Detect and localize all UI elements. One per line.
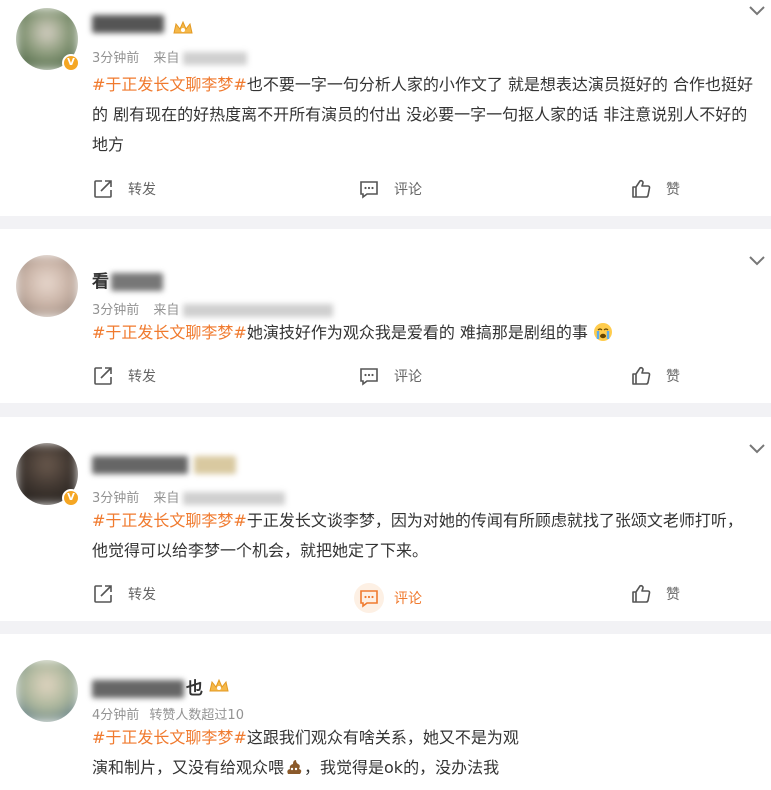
post-meta: 3分钟前 来自 [92,47,248,66]
comment-icon [360,590,378,608]
crown-icon [209,678,229,692]
verified-badge-icon: V [62,489,80,507]
like-label: 赞 [666,369,680,385]
comment-label: 评论 [394,591,422,607]
hashtag-link[interactable]: #于正发长文聊李梦# [92,323,247,342]
comment-label: 评论 [394,369,422,385]
post-source-label: 来自 [153,51,180,66]
share-button[interactable]: 转发 [92,178,156,200]
comment-card: V 3分钟前 来自 #于正发长文聊李梦#于正发长文谈李梦，因为对她的传闻有所顾虑… [0,417,771,621]
crying-emoji [594,323,613,341]
post-text: 她演技好作为观众我是爱看的 难搞那是剧组的事 [246,323,588,342]
avatar[interactable] [16,255,78,317]
post-meta: 3分钟前 来自 [92,487,286,506]
post-content: #于正发长文聊李梦#于正发长文谈李梦，因为对她的传闻有所顾虑就找了张颂文老师打听… [92,506,756,566]
post-content: #于正发长文聊李梦#也不要一字一句分析人家的小作文了 就是想表达演员挺好的 合作… [92,70,756,160]
action-bar: 转发 评论 赞 [0,178,771,208]
post-content: #于正发长文聊李梦#这跟我们观众有啥关系，她又不是为观 演和制片，又没有给观众喂… [92,723,552,783]
like-icon [632,366,651,385]
share-button[interactable]: 转发 [92,365,156,387]
like-icon [632,179,651,198]
comment-icon [360,368,378,386]
share-icon [94,585,112,603]
hashtag-link[interactable]: #于正发长文聊李梦# [92,75,247,94]
post-time: 3分钟前 [92,491,140,506]
comment-card: 也 4分钟前 转赞人数超过10 #于正发长文聊李梦#这跟我们观众有啥关系，她又不… [0,634,771,790]
chevron-down-icon[interactable] [749,444,765,454]
comment-card: V 3分钟前 来自 #于正发长文聊李梦#也不要一字一句分析人家的小作文了 就是想… [0,0,771,216]
post-time: 3分钟前 [92,51,140,66]
post-content: #于正发长文聊李梦#她演技好作为观众我是爱看的 难搞那是剧组的事 [92,318,756,348]
post-text: 这跟我们观众有啥关系，她又不是为观 [246,728,519,747]
share-label: 转发 [128,182,156,198]
action-bar: 转发 评论 赞 [0,365,771,395]
like-button[interactable]: 赞 [630,583,680,605]
comment-button[interactable]: 评论 [358,178,422,200]
post-time: 3分钟前 [92,303,140,318]
username[interactable]: 看 [92,267,163,292]
chevron-down-icon[interactable] [749,256,765,266]
share-label: 转发 [128,369,156,385]
post-meta: 4分钟前 转赞人数超过10 [92,704,244,723]
poop-emoji [287,760,302,774]
post-repost-count: 转赞人数超过10 [149,708,244,723]
share-label: 转发 [128,587,156,603]
comment-icon-highlight [354,583,384,613]
like-label: 赞 [666,587,680,603]
like-label: 赞 [666,182,680,198]
post-text: ，我觉得是ok的，没办法我 [304,758,500,777]
hashtag-link[interactable]: #于正发长文聊李梦# [92,728,247,747]
verified-badge-icon: V [62,54,80,72]
share-button[interactable]: 转发 [92,583,156,605]
post-meta: 3分钟前 来自 [92,299,334,318]
like-button[interactable]: 赞 [630,365,680,387]
comment-button[interactable]: 评论 [358,365,422,387]
hashtag-link[interactable]: #于正发长文聊李梦# [92,511,247,530]
post-time: 4分钟前 [92,708,140,723]
share-icon [94,180,112,198]
like-icon [632,584,651,603]
post-text: 演和制片，又没有给观众喂 [92,758,285,777]
username[interactable] [92,14,164,34]
share-icon [94,367,112,385]
comment-label: 评论 [394,182,422,198]
action-bar: 转发 评论 赞 [0,583,771,613]
comment-button[interactable]: 评论 [354,583,422,613]
crown-icon [173,20,193,34]
comment-card: 看 3分钟前 来自 #于正发长文聊李梦#她演技好作为观众我是爱看的 难搞那是剧组… [0,229,771,403]
comment-icon [360,181,378,199]
post-source-label: 来自 [153,491,180,506]
username[interactable]: 也 [92,674,203,699]
avatar[interactable] [16,660,78,722]
post-source-label: 来自 [153,303,180,318]
username[interactable] [92,455,236,475]
like-button[interactable]: 赞 [630,178,680,200]
chevron-down-icon[interactable] [749,6,765,16]
